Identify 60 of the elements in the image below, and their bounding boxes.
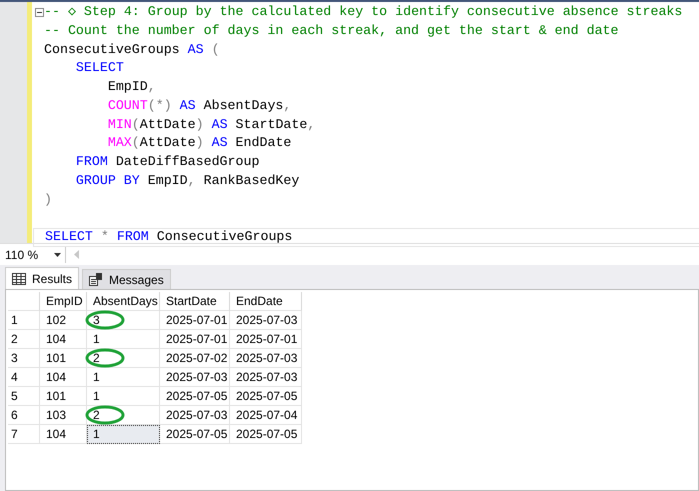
table-cell: 2025-07-01 (160, 311, 230, 330)
row-number: 1 (8, 311, 40, 330)
table-cell: 1 (87, 387, 160, 406)
table-cell: 2025-07-03 (160, 368, 230, 387)
code-line: GROUP BY EmpID, RankBasedKey (74, 172, 300, 190)
row-number: 2 (8, 330, 40, 349)
row-number: 4 (8, 368, 40, 387)
table-cell: 2025-07-03 (160, 406, 230, 425)
code-line: -- Count the number of days in each streak, and get the start & end date (44, 22, 619, 40)
column-header[interactable]: StartDate (160, 292, 230, 311)
code-line: COUNT(*) AS AbsentDays, (106, 96, 292, 115)
table-cell: 2025-07-03 (230, 368, 302, 387)
code-line: -- ◇ Step 4: Group by the calculated key to identify consecutive absence streaks (44, 3, 682, 21)
table-cell: 101 (40, 349, 87, 368)
ellipse-annotation (85, 405, 125, 425)
table-cell: 2025-07-05 (230, 387, 302, 406)
code-line: MAX(AttDate) AS EndDate (106, 134, 292, 152)
collapse-icon[interactable] (35, 8, 44, 17)
table-cell: 2025-07-01 (160, 330, 230, 349)
grid-icon (12, 272, 26, 284)
caret-icon[interactable] (54, 252, 61, 256)
table-cell: 2 (87, 349, 160, 368)
code-line: SELECT * FROM ConsecutiveGroups (45, 228, 292, 246)
ellipse-annotation (85, 310, 125, 330)
column-header[interactable]: EmpID (40, 292, 87, 311)
code-line: FROM DateDiffBasedGroup (74, 153, 260, 171)
code-line: ) (44, 190, 52, 208)
code-line: EmpID, (106, 78, 156, 96)
corner-cell[interactable] (8, 292, 40, 311)
table-cell: 101 (40, 387, 87, 406)
ellipse-annotation (85, 348, 125, 368)
table-cell: 102 (40, 311, 87, 330)
table-cell: 104 (40, 330, 87, 349)
column-header[interactable]: EndDate (230, 292, 302, 311)
results-tab[interactable]: Messages (82, 269, 171, 289)
table-cell: 2025-07-03 (230, 349, 302, 368)
table-cell: 1 (87, 368, 160, 387)
code-line: ConsecutiveGroups AS ( (44, 40, 220, 58)
row-number: 3 (8, 349, 40, 368)
code-line: SELECT (74, 59, 124, 78)
table-cell: 2025-07-05 (160, 387, 230, 406)
table-cell: 2025-07-05 (230, 425, 302, 444)
column-header[interactable]: AbsentDays (87, 292, 160, 311)
zoom-dropdown[interactable]: 110 % (3, 246, 66, 262)
table-cell: 1 (87, 425, 160, 444)
results-tab[interactable]: Results (5, 267, 80, 289)
table-cell: 3 (87, 311, 160, 330)
table-cell: 103 (40, 406, 87, 425)
table-cell: 2025-07-01 (230, 330, 302, 349)
table-cell: 104 (40, 368, 87, 387)
table-cell: 2025-07-04 (230, 406, 302, 425)
table-cell: 2025-07-05 (160, 425, 230, 444)
table-cell: 2025-07-02 (160, 349, 230, 368)
row-number: 7 (8, 425, 40, 444)
table-cell: 2025-07-03 (230, 311, 302, 330)
row-number: 5 (8, 387, 40, 406)
table-cell: 1 (87, 330, 160, 349)
code-line: MIN(AttDate) AS StartDate, (106, 116, 316, 134)
row-number: 6 (8, 406, 40, 425)
messages-icon (89, 273, 104, 286)
